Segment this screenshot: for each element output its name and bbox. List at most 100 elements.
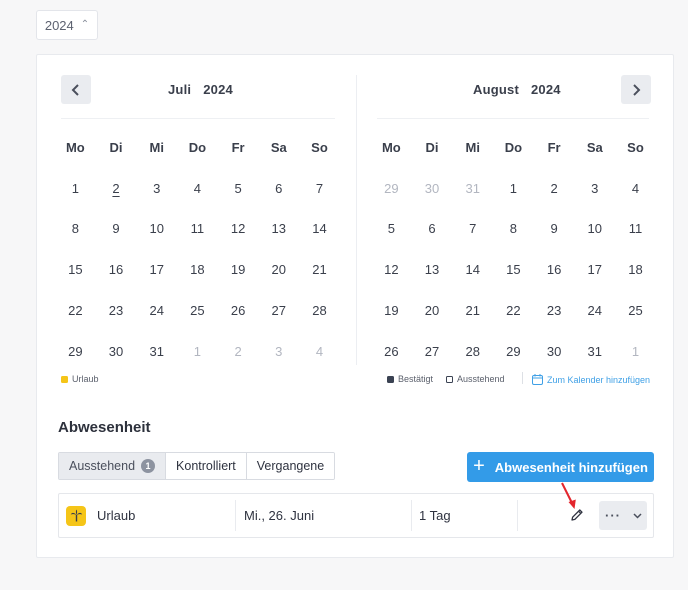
- day-cell-other-month[interactable]: 3: [258, 344, 299, 359]
- weekday-label: Di: [109, 139, 123, 155]
- day-cell[interactable]: 12: [371, 262, 412, 277]
- divider: [61, 118, 335, 119]
- week-row: 1 2 3 4 5 6 7: [55, 168, 340, 209]
- legend-pending-label: Ausstehend: [457, 374, 505, 384]
- day-cell[interactable]: 14: [299, 221, 340, 236]
- day-cell[interactable]: 3: [574, 181, 615, 196]
- weekday-label: Sa: [270, 139, 287, 155]
- day-cell-other-month[interactable]: 29: [371, 181, 412, 196]
- day-cell-other-month[interactable]: 2: [218, 344, 259, 359]
- year-select[interactable]: 2024 ⌃: [36, 10, 98, 40]
- week-row: 8 9 10 11 12 13 14: [55, 209, 340, 250]
- day-cell[interactable]: 26: [371, 344, 412, 359]
- prev-month-button[interactable]: [61, 75, 91, 104]
- day-cell[interactable]: 6: [258, 181, 299, 196]
- weekday-label: So: [311, 139, 328, 155]
- right-month-header: August 2024: [473, 82, 561, 97]
- day-cell[interactable]: 15: [493, 262, 534, 277]
- day-cell[interactable]: 21: [299, 262, 340, 277]
- tab-past[interactable]: Vergangene: [246, 453, 335, 479]
- day-cell-other-month[interactable]: 1: [177, 344, 218, 359]
- day-cell[interactable]: 27: [412, 344, 453, 359]
- day-cell[interactable]: 3: [136, 181, 177, 196]
- weekday-label: Fr: [231, 139, 245, 155]
- day-cell[interactable]: 21: [452, 303, 493, 318]
- day-cell[interactable]: 16: [96, 262, 137, 277]
- day-cell[interactable]: 9: [96, 221, 137, 236]
- day-cell[interactable]: 5: [218, 181, 259, 196]
- left-month-year: 2024: [203, 82, 233, 97]
- weekday-label: Mo: [65, 139, 85, 155]
- day-cell[interactable]: 1: [55, 181, 96, 196]
- day-cell[interactable]: 23: [96, 303, 137, 318]
- day-cell[interactable]: 6: [412, 221, 453, 236]
- day-cell-other-month[interactable]: 30: [412, 181, 453, 196]
- day-cell[interactable]: 14: [452, 262, 493, 277]
- day-cell[interactable]: 25: [615, 303, 656, 318]
- day-cell-other-month[interactable]: 1: [615, 344, 656, 359]
- more-actions-button[interactable]: ···: [599, 501, 647, 530]
- right-month-grid: Mo Di Mi Do Fr Sa So 29 30 31 1 2 3 4 5 …: [371, 127, 656, 372]
- day-cell[interactable]: 13: [412, 262, 453, 277]
- weekday-label: Do: [188, 139, 207, 155]
- weekday-label: Sa: [586, 139, 603, 155]
- day-cell[interactable]: 5: [371, 221, 412, 236]
- day-cell[interactable]: 8: [55, 221, 96, 236]
- day-cell[interactable]: 20: [412, 303, 453, 318]
- day-cell[interactable]: 29: [493, 344, 534, 359]
- day-cell[interactable]: 18: [177, 262, 218, 277]
- day-cell[interactable]: 15: [55, 262, 96, 277]
- divider: [377, 118, 649, 119]
- day-cell[interactable]: 8: [493, 221, 534, 236]
- day-cell[interactable]: 30: [534, 344, 575, 359]
- day-cell[interactable]: 31: [574, 344, 615, 359]
- day-cell[interactable]: 28: [299, 303, 340, 318]
- day-cell-other-month[interactable]: 4: [299, 344, 340, 359]
- day-cell[interactable]: 26: [218, 303, 259, 318]
- day-cell[interactable]: 7: [452, 221, 493, 236]
- calendar-icon: [532, 374, 543, 385]
- day-cell[interactable]: 25: [177, 303, 218, 318]
- tab-pending[interactable]: Ausstehend 1: [59, 453, 167, 479]
- day-cell[interactable]: 9: [534, 221, 575, 236]
- day-cell[interactable]: 18: [615, 262, 656, 277]
- day-cell[interactable]: 1: [493, 181, 534, 196]
- day-cell[interactable]: 7: [299, 181, 340, 196]
- absence-tabs: Ausstehend 1 Kontrolliert Vergangene: [58, 452, 336, 480]
- day-cell[interactable]: 4: [177, 181, 218, 196]
- day-cell[interactable]: 23: [534, 303, 575, 318]
- day-cell[interactable]: 22: [55, 303, 96, 318]
- day-cell[interactable]: 4: [615, 181, 656, 196]
- day-cell[interactable]: 24: [574, 303, 615, 318]
- day-cell-other-month[interactable]: 31: [452, 181, 493, 196]
- day-cell[interactable]: 11: [615, 221, 656, 236]
- day-cell[interactable]: 10: [574, 221, 615, 236]
- next-month-button[interactable]: [621, 75, 651, 104]
- day-cell[interactable]: 2: [534, 181, 575, 196]
- day-cell[interactable]: 10: [136, 221, 177, 236]
- day-cell[interactable]: 31: [136, 344, 177, 359]
- week-row: 15 16 17 18 19 20 21: [55, 249, 340, 290]
- day-cell[interactable]: 20: [258, 262, 299, 277]
- add-to-calendar-link[interactable]: Zum Kalender hinzufügen: [532, 374, 650, 385]
- add-absence-button[interactable]: + Abwesenheit hinzufügen: [467, 452, 654, 482]
- tab-checked[interactable]: Kontrolliert: [166, 453, 247, 479]
- day-cell-today[interactable]: 2: [96, 181, 137, 196]
- day-cell[interactable]: 22: [493, 303, 534, 318]
- day-cell[interactable]: 12: [218, 221, 259, 236]
- day-cell[interactable]: 19: [218, 262, 259, 277]
- day-cell[interactable]: 19: [371, 303, 412, 318]
- day-cell[interactable]: 17: [574, 262, 615, 277]
- day-cell[interactable]: 17: [136, 262, 177, 277]
- day-cell[interactable]: 13: [258, 221, 299, 236]
- day-cell[interactable]: 28: [452, 344, 493, 359]
- day-cell[interactable]: 27: [258, 303, 299, 318]
- tab-pending-label: Ausstehend: [69, 459, 136, 473]
- absence-date: Mi., 26. Juni: [244, 508, 315, 523]
- day-cell[interactable]: 11: [177, 221, 218, 236]
- day-cell[interactable]: 24: [136, 303, 177, 318]
- day-cell[interactable]: 30: [96, 344, 137, 359]
- divider: [356, 75, 357, 365]
- day-cell[interactable]: 29: [55, 344, 96, 359]
- day-cell[interactable]: 16: [534, 262, 575, 277]
